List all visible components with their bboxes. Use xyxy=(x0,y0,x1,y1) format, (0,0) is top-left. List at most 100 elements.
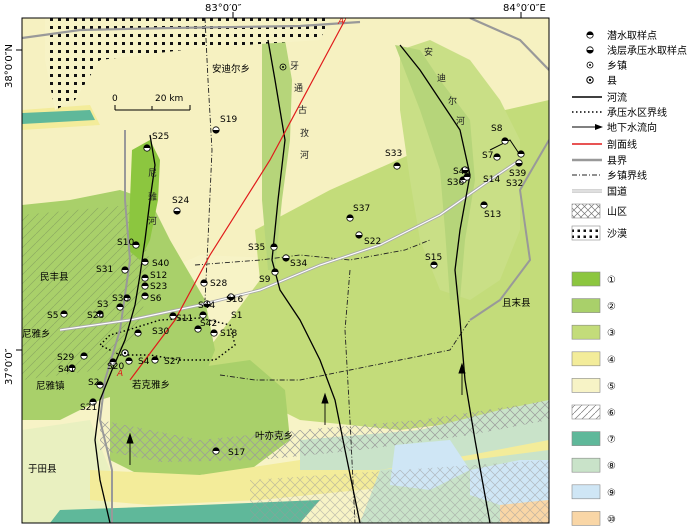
svg-text:⑤: ⑤ xyxy=(607,381,616,392)
sample-point-s38: S38 xyxy=(112,294,131,304)
svg-text:孜: 孜 xyxy=(300,127,309,139)
sample-label: S44 xyxy=(198,301,215,311)
sample-label: S12 xyxy=(150,271,167,281)
sample-label: S16 xyxy=(226,295,243,305)
place-minfeng: 民丰县 xyxy=(40,271,69,283)
legend-county-bound: 县界 xyxy=(572,155,627,167)
river-label-niya: 尼 雅 河 xyxy=(148,168,157,227)
sample-label: S37 xyxy=(353,204,370,214)
sample-label: S13 xyxy=(484,210,501,220)
groundwater-map: 0 20 km S19 S25 S24 S33 S37 S22 S35 S34 S9 S15 S8 S… xyxy=(4,3,687,526)
svg-text:古: 古 xyxy=(298,104,307,116)
sample-label: S33 xyxy=(385,149,402,159)
place-yeyike: 叶亦克乡 xyxy=(255,430,293,442)
legend-road: 国道 xyxy=(572,185,627,198)
svg-text:河: 河 xyxy=(300,149,309,161)
legend-zone-9: ⑨ xyxy=(571,484,616,500)
legend-county: 县 xyxy=(586,75,617,87)
svg-text:乡镇: 乡镇 xyxy=(607,59,627,72)
sample-label: S10 xyxy=(117,238,134,248)
sample-label: S7 xyxy=(482,151,493,161)
legend-mountain: 山区 xyxy=(571,203,627,219)
coord-top-83: 83°0′0″ xyxy=(205,3,242,14)
svg-text:河: 河 xyxy=(456,115,465,127)
sample-label: S11 xyxy=(176,314,193,324)
legend-zone-2: ② xyxy=(571,298,616,313)
sample-label: S6 xyxy=(150,294,162,304)
svg-text:河: 河 xyxy=(148,215,157,227)
legend-zone-7: ⑦ xyxy=(571,431,616,446)
sample-label: S18 xyxy=(220,329,237,339)
svg-text:⑨: ⑨ xyxy=(607,488,616,499)
sample-label: S24 xyxy=(172,196,189,206)
sample-label: S15 xyxy=(425,253,442,263)
sample-label: S27 xyxy=(164,357,181,367)
sample-point-s44: S44 xyxy=(198,300,215,311)
svg-text:剖面线: 剖面线 xyxy=(607,138,637,151)
sample-label: S40 xyxy=(152,259,169,269)
sample-label: S26 xyxy=(87,311,104,321)
legend-flow: 地下水流向 xyxy=(572,121,657,134)
svg-text:县: 县 xyxy=(607,75,617,87)
legend-zone-4: ④ xyxy=(571,351,616,367)
legend-zone-5: ⑤ xyxy=(571,378,616,393)
sample-point-s41: S41 xyxy=(58,364,76,375)
legend-township: 乡镇 xyxy=(586,59,627,72)
sample-label: S1 xyxy=(231,311,242,321)
svg-text:国道: 国道 xyxy=(607,185,627,198)
sample-label: S2 xyxy=(88,378,99,388)
sample-label: S35 xyxy=(248,243,265,253)
sample-label: S31 xyxy=(96,265,113,275)
svg-text:①: ① xyxy=(607,275,616,286)
sample-point-s26: S26 xyxy=(87,310,104,321)
svg-text:牙: 牙 xyxy=(290,61,299,72)
scale-zero: 0 xyxy=(112,94,118,104)
sample-label: S39 xyxy=(509,169,526,179)
profile-label-a: A xyxy=(116,369,123,379)
sample-label: S34 xyxy=(290,259,307,269)
sample-label: S32 xyxy=(506,179,523,189)
svg-text:安: 安 xyxy=(424,46,433,58)
sample-label: S29 xyxy=(57,353,74,363)
sample-label: S9 xyxy=(259,275,271,285)
svg-text:雅: 雅 xyxy=(148,191,157,203)
legend-profile: 剖面线 xyxy=(572,138,637,151)
sample-label: S38 xyxy=(112,294,129,304)
coord-left-38: 38°0′0″N xyxy=(4,44,15,88)
place-yutian: 于田县 xyxy=(28,464,57,475)
sample-label: S25 xyxy=(152,132,169,142)
legend-phreatic: 潜水取样点 xyxy=(586,29,657,42)
place-niya-town: 尼雅乡 xyxy=(22,328,51,340)
legend-river: 河流 xyxy=(572,91,627,104)
sample-label: S30 xyxy=(152,327,169,337)
svg-text:地下水流向: 地下水流向 xyxy=(607,121,657,134)
legend-town-bound: 乡镇界线 xyxy=(572,169,647,182)
legend-zone-6: ⑥ xyxy=(571,404,616,420)
svg-text:⑦: ⑦ xyxy=(607,435,616,446)
legend-zone-3: ③ xyxy=(571,324,616,340)
legend-zone-1: ① xyxy=(571,271,616,287)
svg-text:迪: 迪 xyxy=(437,72,446,84)
place-ruokeya: 若克雅乡 xyxy=(132,379,170,391)
sample-point-s16: S16 xyxy=(226,293,243,305)
svg-text:山区: 山区 xyxy=(607,206,627,218)
svg-text:乡镇界线: 乡镇界线 xyxy=(607,169,647,182)
coord-left-37: 37°0′0″ xyxy=(4,348,15,385)
svg-text:⑧: ⑧ xyxy=(607,461,616,472)
svg-text:沙漠: 沙漠 xyxy=(607,228,627,240)
sample-label: S17 xyxy=(228,448,245,458)
coord-top-84: 84°0′0″E xyxy=(503,3,546,14)
legend-zone-10: ⑩ xyxy=(571,511,616,526)
sample-label: S23 xyxy=(150,282,167,292)
svg-text:潜水取样点: 潜水取样点 xyxy=(607,29,657,42)
svg-text:尼: 尼 xyxy=(148,168,157,179)
place-andier: 安迪尔乡 xyxy=(212,63,250,75)
svg-text:承压水区界线: 承压水区界线 xyxy=(607,106,667,119)
svg-text:③: ③ xyxy=(607,328,616,339)
sample-label: S21 xyxy=(80,403,97,413)
legend: 潜水取样点 浅层承压水取样点 乡镇 县 河流 承压水区界线 地下水流向 剖面线 xyxy=(571,29,687,526)
sample-label: S4 xyxy=(138,357,150,367)
legend-shallow: 浅层承压水取样点 xyxy=(586,44,687,57)
place-qiemo: 且末县 xyxy=(502,297,531,309)
legend-zone-8: ⑧ xyxy=(571,457,616,473)
